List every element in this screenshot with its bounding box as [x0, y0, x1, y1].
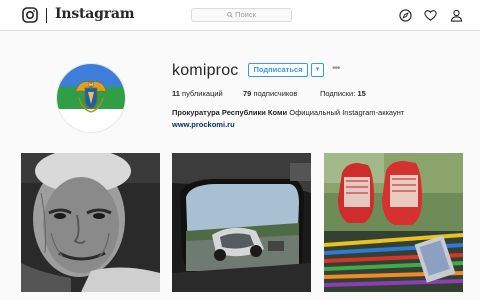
- person-icon[interactable]: [450, 9, 463, 22]
- followers-count-value: 79: [243, 89, 252, 98]
- elderly-woman-photo: [21, 153, 160, 292]
- profile-website-link[interactable]: www.prockomi.ru: [172, 120, 235, 129]
- logo-divider: [46, 8, 47, 23]
- followers-count-label: подписчиков: [253, 89, 298, 98]
- instagram-logo-icon[interactable]: [22, 7, 38, 23]
- posts-count-value: 11: [172, 89, 180, 98]
- more-options-icon[interactable]: •••: [332, 63, 340, 74]
- post-thumbnail-elderly-woman[interactable]: [21, 153, 160, 292]
- post-thumbnail-red-sneakers[interactable]: [324, 153, 463, 292]
- followers-count[interactable]: 79 подписчиков: [243, 89, 297, 98]
- komi-flag-emblem-image: [57, 64, 125, 132]
- posts-count: 11 публикаций: [172, 89, 223, 98]
- following-count[interactable]: Подписки: 15: [320, 89, 366, 98]
- profile-bio: Прокуратура Республики Коми Официальный …: [172, 108, 404, 117]
- profile-username: komiproc: [172, 62, 239, 79]
- instagram-wordmark[interactable]: Instagram: [55, 6, 135, 22]
- top-navigation-bar: Instagram Поиск: [0, 0, 480, 31]
- profile-avatar[interactable]: [56, 63, 126, 133]
- heart-icon[interactable]: [424, 9, 437, 22]
- car-crash-mirror-photo: [172, 153, 311, 292]
- post-thumbnail-car-crash[interactable]: [172, 153, 311, 292]
- profile-bio-text: Официальный Instagram-аккаунт: [289, 108, 405, 117]
- profile-full-name: Прокуратура Республики Коми: [172, 108, 288, 117]
- chevron-down-icon: ▾: [315, 66, 320, 73]
- suggestions-dropdown-button[interactable]: ▾: [311, 63, 324, 77]
- compass-icon[interactable]: [399, 9, 412, 22]
- following-count-label: Подписки:: [320, 89, 356, 98]
- subscribe-button[interactable]: Подписаться: [248, 63, 308, 77]
- search-input[interactable]: Поиск: [191, 8, 292, 22]
- search-placeholder: Поиск: [235, 10, 256, 20]
- red-sneakers-pencils-photo: [324, 153, 463, 292]
- search-icon: [227, 12, 233, 18]
- following-count-value: 15: [357, 89, 366, 98]
- posts-count-label: публикаций: [182, 89, 223, 98]
